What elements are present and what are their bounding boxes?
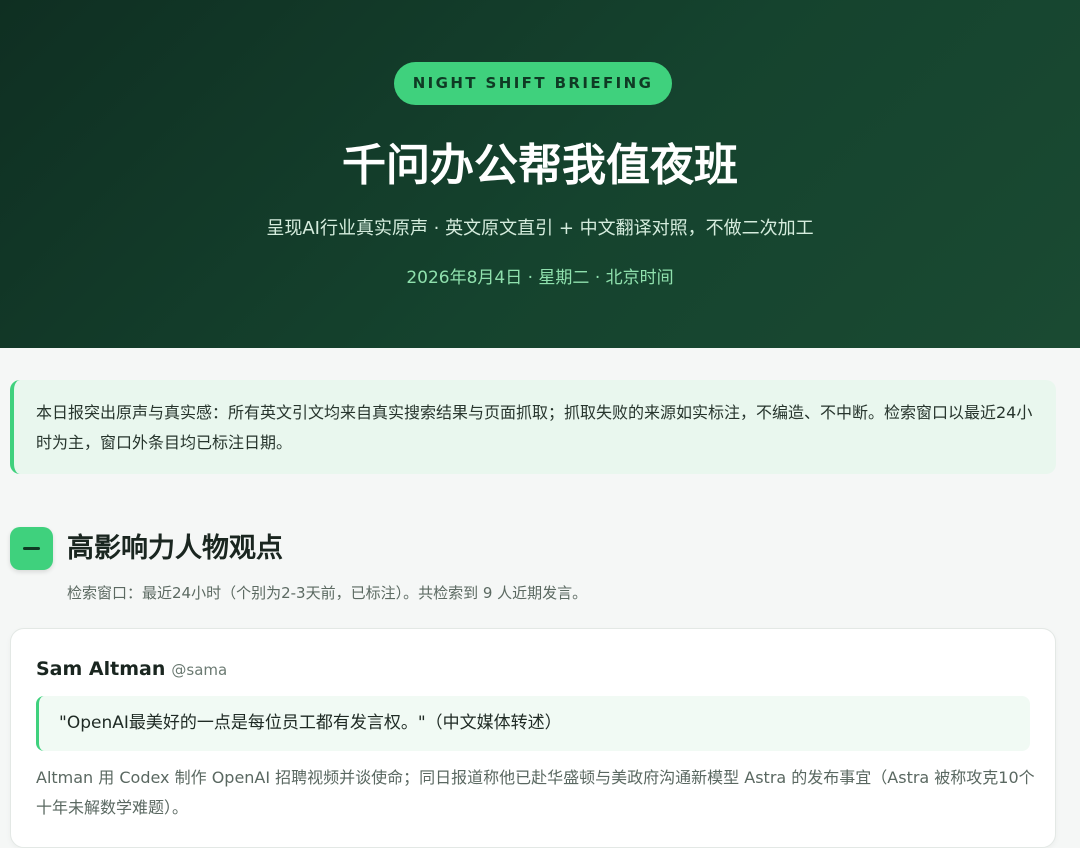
person-card: Sam Altman @sama "OpenAI最美好的一点是每位员工都有发言权。… <box>10 628 1056 848</box>
person-name: Sam Altman <box>36 658 166 680</box>
person-handle[interactable]: @sama <box>171 661 227 679</box>
section-meta: 检索窗口：最近24小时（个别为2-3天前，已标注）。共检索到 9 人近期发言。 <box>67 584 588 602</box>
person-quote: "OpenAI最美好的一点是每位员工都有发言权。"（中文媒体转述） <box>36 696 1030 751</box>
minus-icon[interactable] <box>10 527 53 570</box>
page-subtitle: 呈现AI行业真实原声 · 英文原文直引 + 中文翻译对照，不做二次加工 <box>266 218 814 239</box>
briefing-date: 2026年8月4日 · 星期二 · 北京时间 <box>406 268 674 288</box>
hero-banner: NIGHT SHIFT BRIEFING 千问办公帮我值夜班 呈现AI行业真实原… <box>0 0 1080 348</box>
page-title: 千问办公帮我值夜班 <box>342 140 738 191</box>
person-description: Altman 用 Codex 制作 OpenAI 招聘视频并谈使命；同日报道称他… <box>36 768 1035 817</box>
night-shift-badge: NIGHT SHIFT BRIEFING <box>394 62 672 105</box>
section-title: 高影响力人物观点 <box>67 533 283 564</box>
person-header: Sam Altman @sama <box>36 655 227 684</box>
notice-callout: 本日报突出原声与真实感：所有英文引文均来自真实搜索结果与页面抓取；抓取失败的来源… <box>10 380 1056 474</box>
